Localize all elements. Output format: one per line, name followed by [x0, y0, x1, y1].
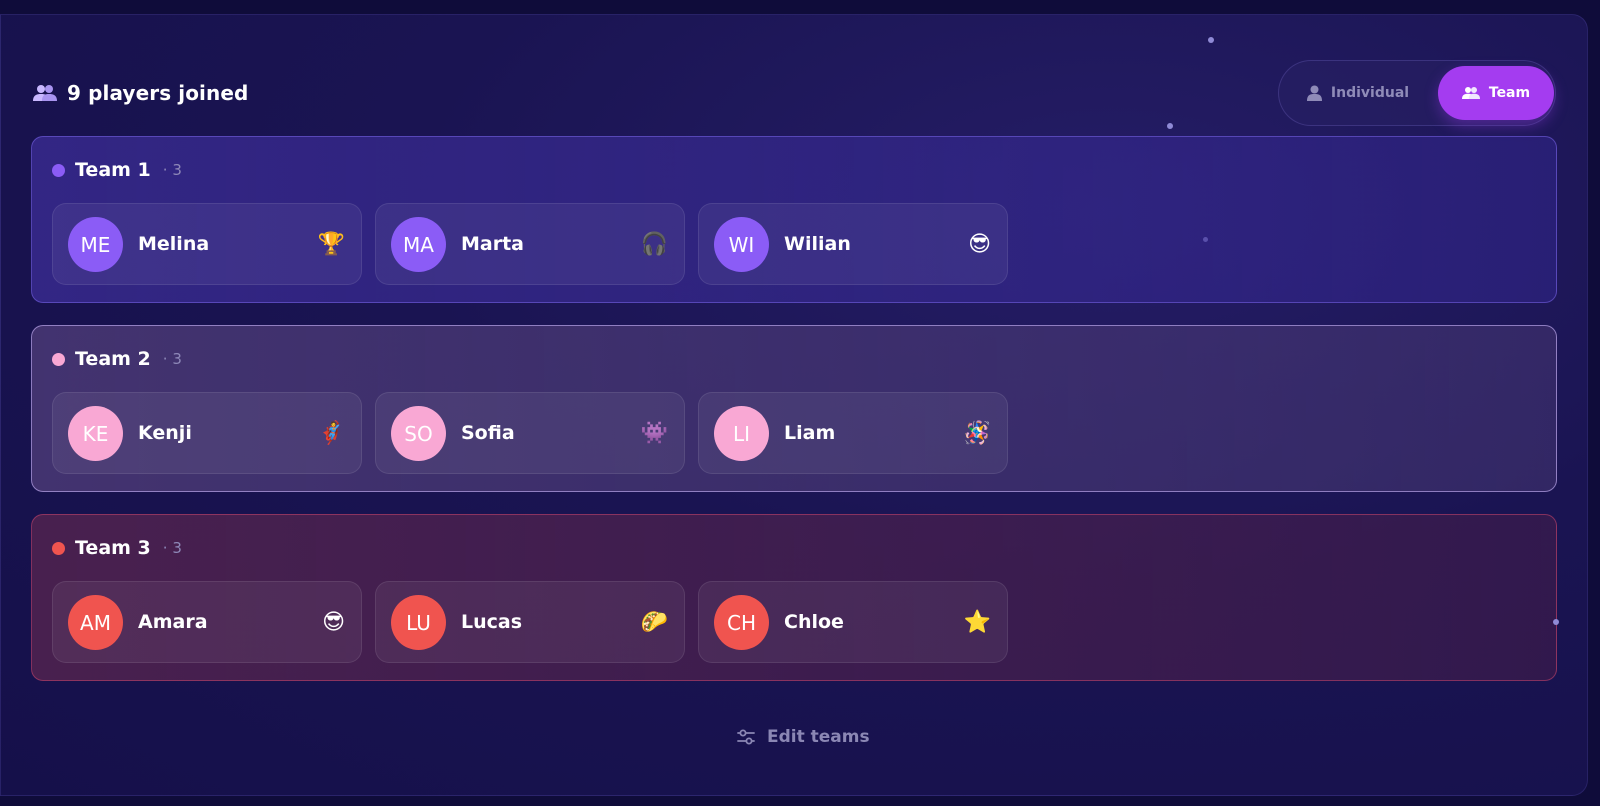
headphones-icon: 🎧 [640, 231, 668, 257]
avatar: SO [391, 406, 446, 461]
player-name: Wilian [784, 233, 851, 255]
space-invader-icon: 👾 [640, 420, 668, 446]
player-name: Chloe [784, 611, 844, 633]
mode-individual-button[interactable]: Individual [1299, 66, 1417, 120]
decorative-dot [1553, 619, 1559, 625]
sunglasses-face-icon: 😎 [968, 231, 991, 257]
user-icon [1306, 85, 1322, 101]
edit-teams-button[interactable]: Edit teams [737, 721, 870, 753]
users-icon [1461, 87, 1480, 99]
player-name: Amara [138, 611, 208, 633]
player-card[interactable]: LI Liam 🪅 [698, 392, 1008, 474]
mode-team-label: Team [1488, 85, 1531, 101]
player-card[interactable]: MA Marta 🎧 [375, 203, 685, 285]
superhero-icon: 🦸 [317, 420, 345, 446]
player-card[interactable]: WI Wilian 😎 [698, 203, 1008, 285]
trophy-icon: 🏆 [317, 231, 345, 257]
team-name: Team 1 [75, 159, 151, 181]
player-name: Kenji [138, 422, 192, 444]
team-card-2: Team 2 · 3 KE Kenji 🦸 SO Sofia 👾 LI Liam… [31, 325, 1557, 492]
mode-toggle: Individual Team [1278, 60, 1556, 126]
team-header: Team 1 · 3 [52, 159, 182, 181]
players-joined-count: 9 players joined [67, 81, 249, 105]
avatar: ME [68, 217, 123, 272]
decorative-dot [1208, 37, 1214, 43]
players-header: 9 players joined [33, 73, 248, 113]
avatar: LU [391, 595, 446, 650]
avatar: WI [714, 217, 769, 272]
team-card-3: Team 3 · 3 AM Amara 😎 LU Lucas 🌮 CH Chlo… [31, 514, 1557, 681]
pinata-icon: 🪅 [963, 420, 991, 446]
player-name: Sofia [461, 422, 515, 444]
sliders-icon [737, 729, 755, 745]
mode-team-button[interactable]: Team [1438, 66, 1554, 120]
team-color-dot [52, 541, 65, 555]
team-player-count: · 3 [162, 539, 182, 557]
avatar: LI [714, 406, 769, 461]
avatar: CH [714, 595, 769, 650]
team-name: Team 3 [75, 537, 151, 559]
team-header: Team 3 · 3 [52, 537, 182, 559]
decorative-dot [1167, 123, 1173, 129]
player-name: Melina [138, 233, 210, 255]
team-name: Team 2 [75, 348, 151, 370]
star-icon: ⭐ [963, 609, 991, 635]
player-card[interactable]: SO Sofia 👾 [375, 392, 685, 474]
taco-icon: 🌮 [640, 609, 668, 635]
team-color-dot [52, 163, 65, 177]
edit-teams-label: Edit teams [767, 727, 870, 747]
team-player-count: · 3 [162, 161, 182, 179]
player-card[interactable]: LU Lucas 🌮 [375, 581, 685, 663]
player-name: Marta [461, 233, 525, 255]
users-icon [33, 85, 57, 101]
player-name: Liam [784, 422, 836, 444]
player-card[interactable]: KE Kenji 🦸 [52, 392, 362, 474]
avatar: AM [68, 595, 123, 650]
sunglasses-face-icon: 😎 [322, 609, 345, 635]
team-color-dot [52, 352, 65, 366]
player-card[interactable]: ME Melina 🏆 [52, 203, 362, 285]
team-header: Team 2 · 3 [52, 348, 182, 370]
mode-individual-label: Individual [1330, 85, 1410, 101]
player-card[interactable]: CH Chloe ⭐ [698, 581, 1008, 663]
player-card[interactable]: AM Amara 😎 [52, 581, 362, 663]
team-player-count: · 3 [162, 350, 182, 368]
avatar: MA [391, 217, 446, 272]
avatar: KE [68, 406, 123, 461]
team-card-1: Team 1 · 3 ME Melina 🏆 MA Marta 🎧 WI Wil… [31, 136, 1557, 303]
player-name: Lucas [461, 611, 523, 633]
